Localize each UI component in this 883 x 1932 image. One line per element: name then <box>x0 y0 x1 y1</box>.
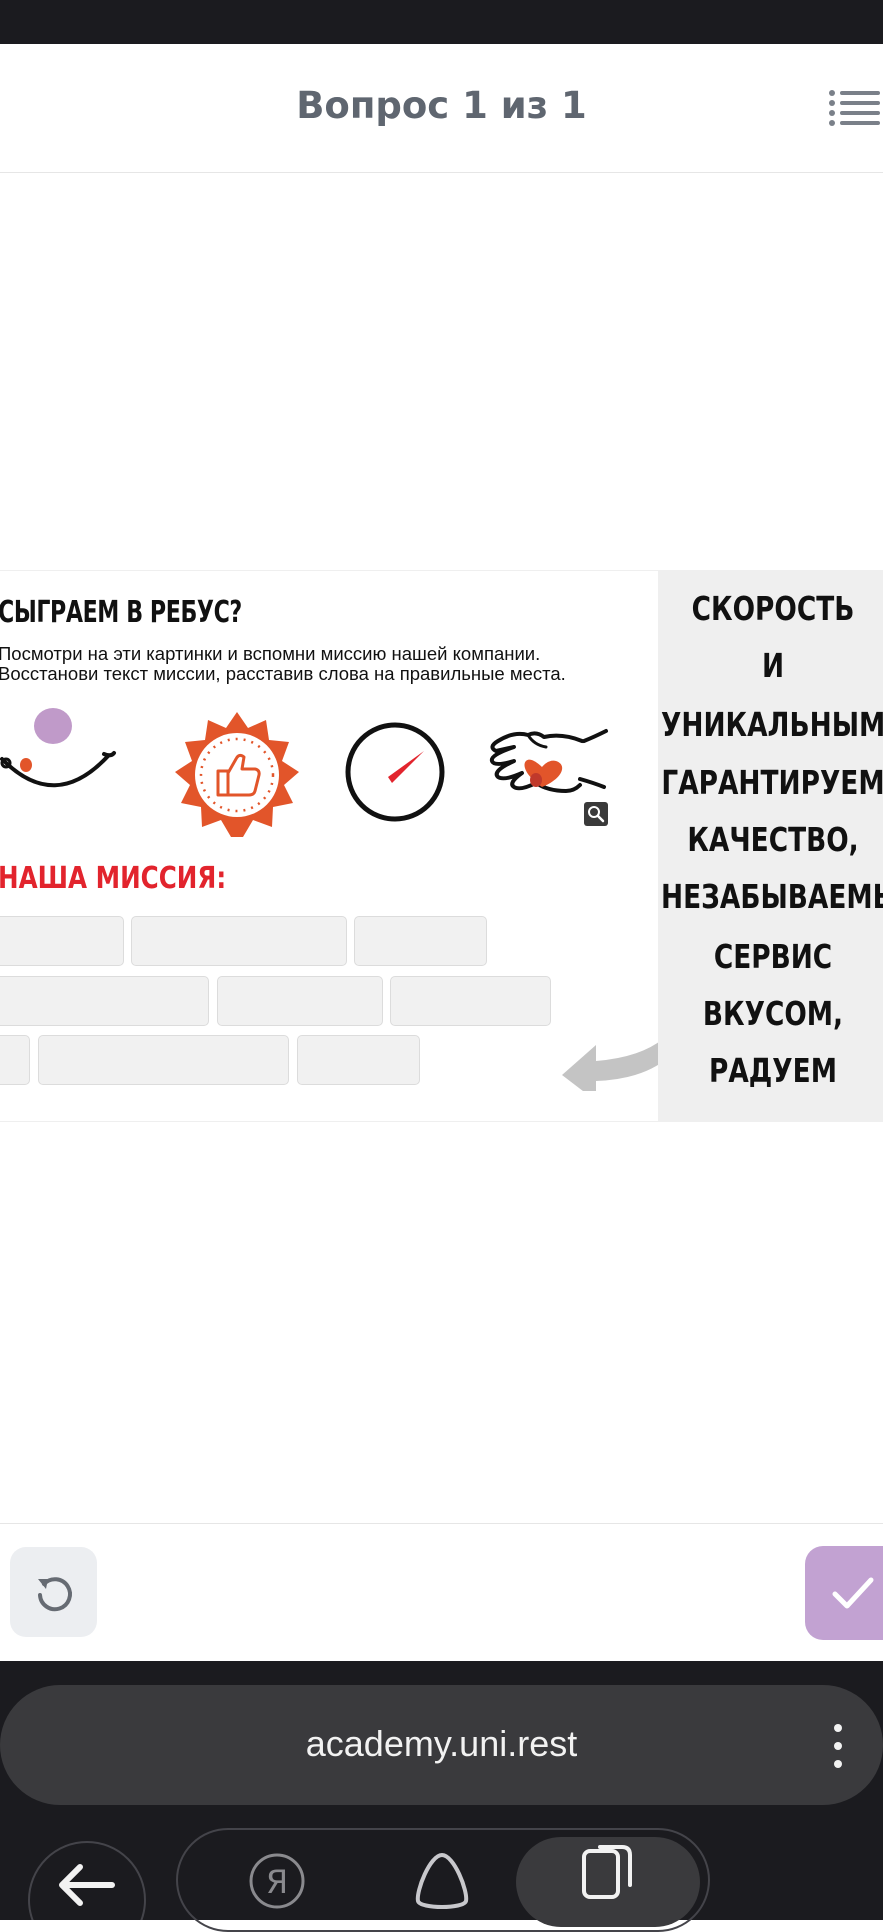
word-chip-8[interactable]: ВКУСОМ, <box>661 994 883 1033</box>
answer-slot-2[interactable] <box>131 916 347 966</box>
rebus-question: СЫГРАЕМ В РЕБУС? Посмотри на эти картинк… <box>0 570 883 1122</box>
address-bar[interactable]: academy.uni.rest <box>0 1685 883 1805</box>
word-chip-7[interactable]: СЕРВИС <box>661 937 883 976</box>
word-chip-4[interactable]: ГАРАНТИРУЕМ <box>661 763 883 802</box>
rebus-instruction-line-2: Восстанови текст миссии, расставив слова… <box>0 663 566 684</box>
answer-slot-8[interactable] <box>38 1035 289 1085</box>
check-icon <box>832 1577 874 1609</box>
mission-label: НАША МИССИЯ: <box>0 861 227 896</box>
answer-slot-9[interactable] <box>297 1035 420 1085</box>
status-bar <box>0 0 883 44</box>
reset-icon <box>38 1577 72 1612</box>
answer-actions-bar <box>0 1523 883 1662</box>
rebus-title: СЫГРАЕМ В РЕБУС? <box>0 595 242 630</box>
answer-slot-1[interactable] <box>0 916 124 966</box>
zoom-icon[interactable] <box>584 802 608 826</box>
answer-slot-6[interactable] <box>390 976 551 1026</box>
reset-button[interactable] <box>10 1547 97 1637</box>
word-chip-5[interactable]: КАЧЕСТВО, <box>661 820 883 859</box>
list-menu-icon[interactable] <box>828 88 880 128</box>
answer-slot-4[interactable] <box>0 976 209 1026</box>
browser-chrome: academy.uni.rest Я <box>0 1661 883 1932</box>
word-chip-6[interactable]: НЕЗАБЫВАЕМЫЙ <box>661 877 883 916</box>
answer-slot-5[interactable] <box>217 976 383 1026</box>
submit-button[interactable] <box>805 1546 883 1640</box>
smile-icon <box>0 708 116 788</box>
page-title: Вопрос 1 из 1 <box>296 84 587 127</box>
alice-icon[interactable] <box>410 1851 474 1911</box>
speedometer-icon <box>345 722 445 822</box>
rebus-instruction-line-1: Посмотри на эти картинки и вспомни мисси… <box>0 643 541 664</box>
word-chip-1[interactable]: СКОРОСТЬ <box>661 589 883 628</box>
yandex-icon[interactable]: Я <box>247 1851 307 1911</box>
word-chip-2[interactable]: И <box>661 646 883 685</box>
url-text: academy.uni.rest <box>305 1723 578 1764</box>
more-menu-icon[interactable] <box>818 1719 858 1773</box>
word-bank: СКОРОСТЬ И УНИКАЛЬНЫМ ГАРАНТИРУЕМ КАЧЕСТ… <box>658 571 883 1121</box>
tabs-icon <box>582 1845 632 1899</box>
question-header: Вопрос 1 из 1 <box>0 44 883 173</box>
svg-text:Я: Я <box>266 1863 288 1901</box>
thumbs-up-badge-icon <box>175 712 299 837</box>
tabs-button[interactable] <box>516 1837 700 1927</box>
answer-slot-7[interactable] <box>0 1035 30 1085</box>
word-chip-3[interactable]: УНИКАЛЬНЫМ <box>661 705 883 744</box>
word-chip-9[interactable]: РАДУЕМ <box>661 1051 883 1090</box>
rebus-image-panel: СЫГРАЕМ В РЕБУС? Посмотри на эти картинк… <box>0 571 699 1121</box>
answer-slot-3[interactable] <box>354 916 487 966</box>
back-button[interactable] <box>28 1841 146 1920</box>
